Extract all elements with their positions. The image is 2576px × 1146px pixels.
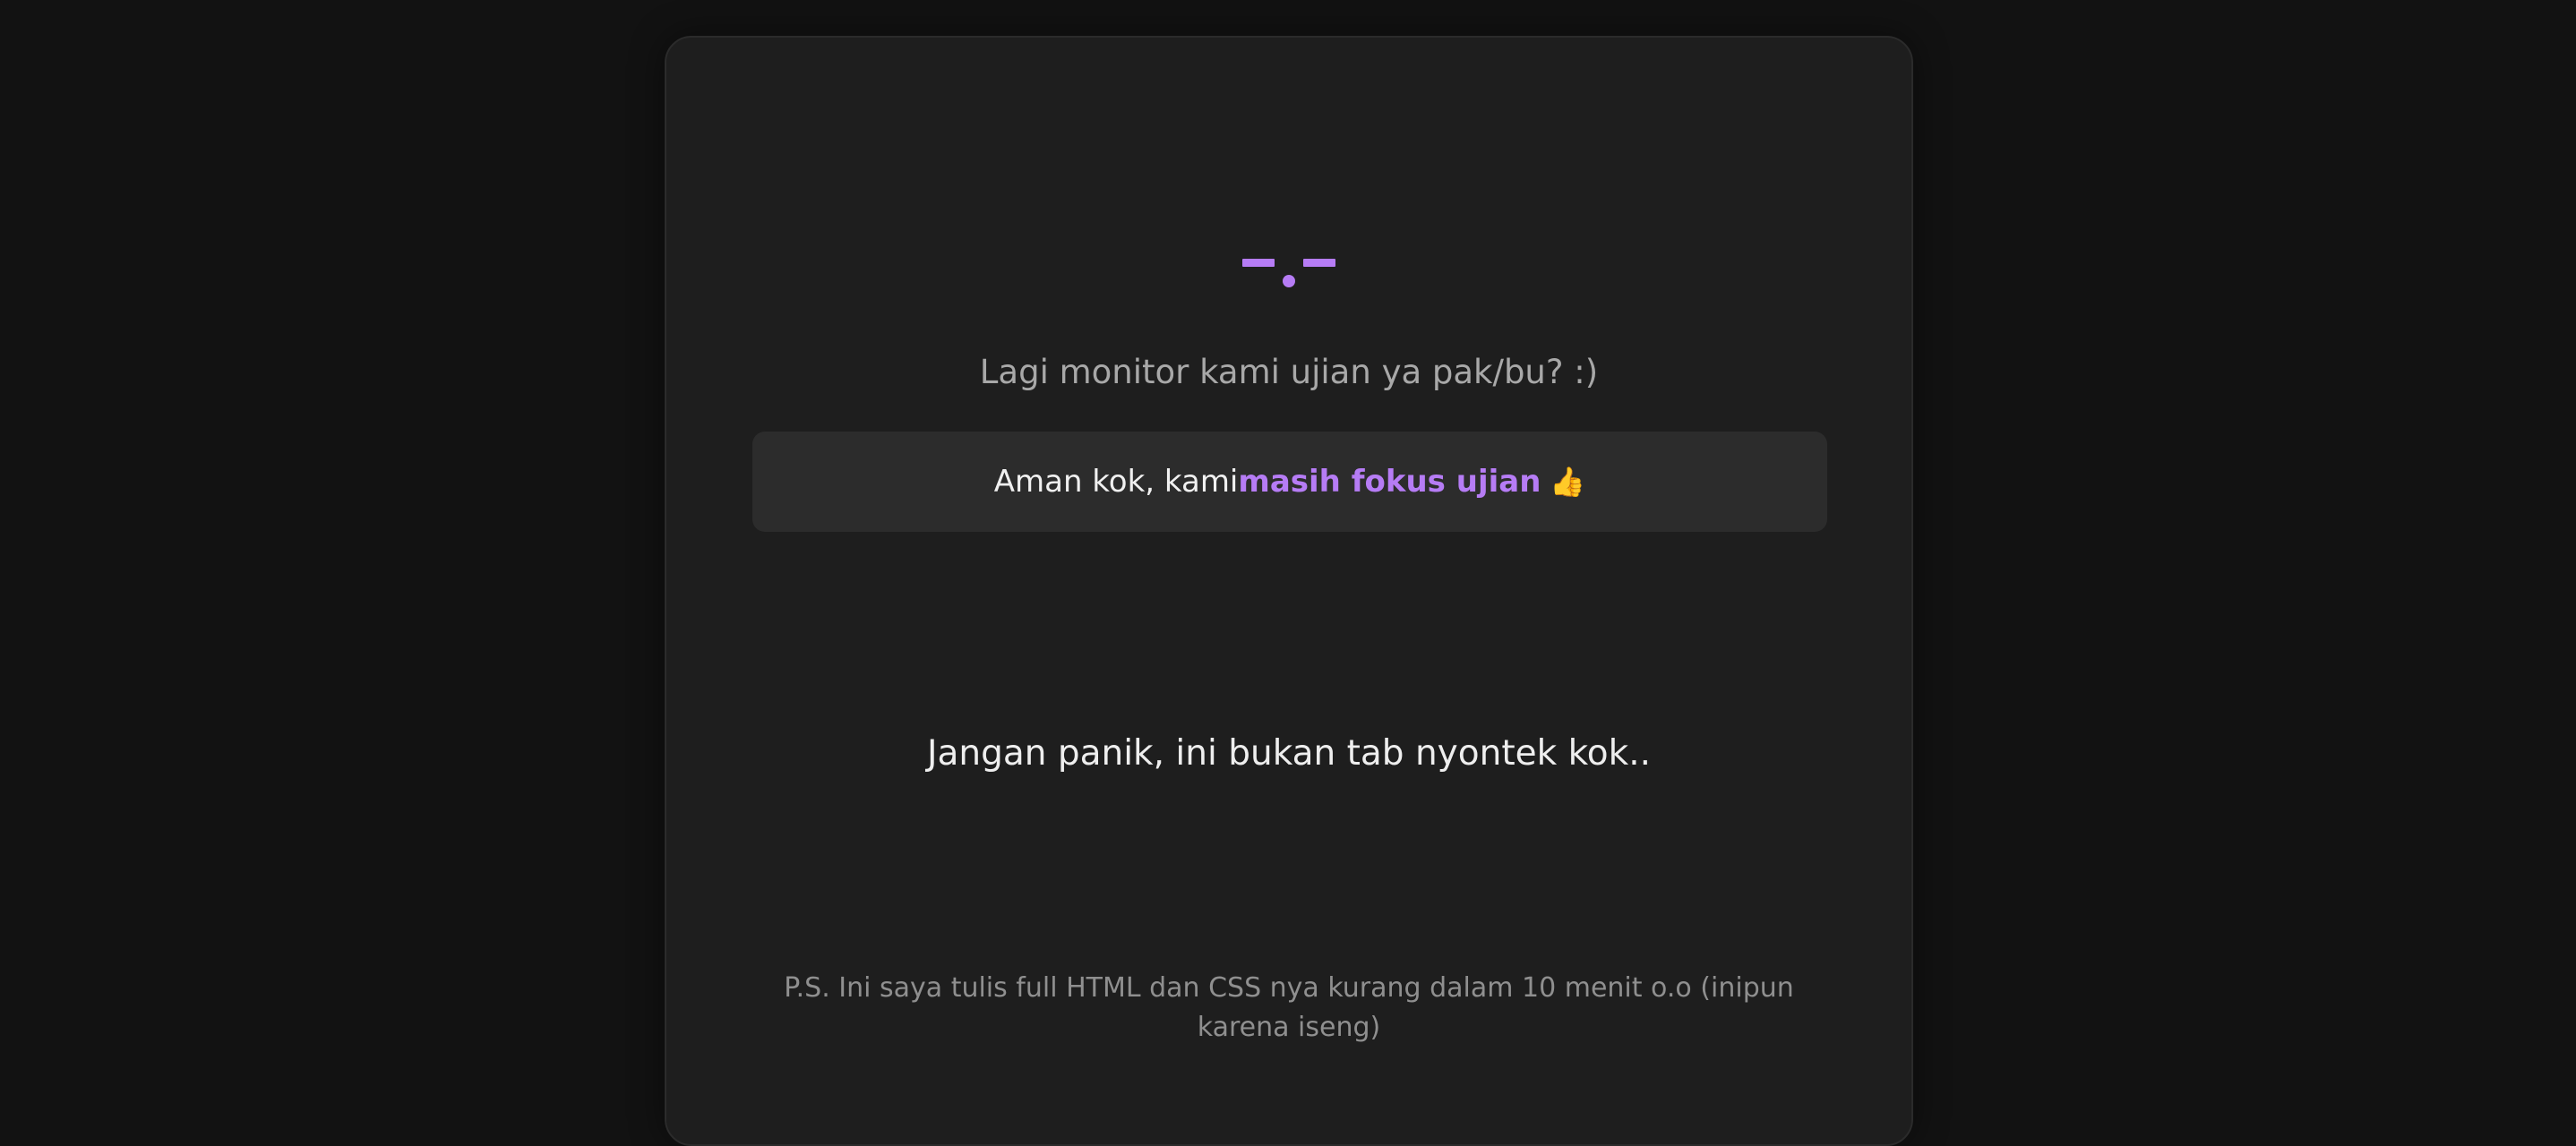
right-brow-mark [1303,259,1335,267]
subtitle-text: Lagi monitor kami ujian ya pak/bu? :) [979,353,1599,391]
thumbs-up-icon: 👍 [1550,465,1586,499]
left-brow-mark [1242,259,1275,267]
notice-highlight: masih fokus ujian [1238,464,1541,500]
notice-box: Aman kok, kami masih fokus ujian 👍 [752,432,1827,532]
main-message: Jangan panik, ini bukan tab nyontek kok.… [926,733,1652,774]
nose-dot-mark [1283,275,1295,287]
notice-prefix: Aman kok, kami [993,464,1239,500]
message-card: Lagi monitor kami ujian ya pak/bu? :) Am… [665,36,1913,1146]
face-glyph-icon [1242,217,1335,288]
footnote-text: P.S. Ini saya tulis full HTML dan CSS ny… [784,972,1794,1043]
